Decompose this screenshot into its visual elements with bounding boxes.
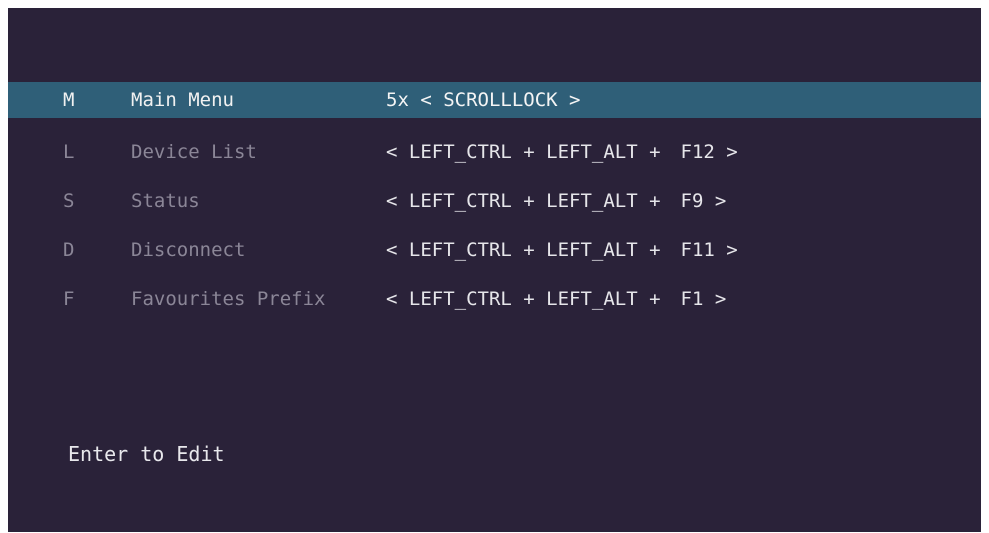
menu-item-status[interactable]: S Status < LEFT_CTRL + LEFT_ALT + F9 > <box>8 183 981 219</box>
menu-item-key: F <box>63 288 75 310</box>
menu-item-label: Disconnect <box>131 239 246 261</box>
menu-item-key: M <box>63 89 75 111</box>
hotkey-combo: < LEFT_CTRL + LEFT_ALT + <box>386 190 661 212</box>
menu-item-hotkey: < LEFT_CTRL + LEFT_ALT + F1 > <box>386 288 726 310</box>
menu-item-label: Main Menu <box>131 89 234 111</box>
menu-item-key: S <box>63 190 75 212</box>
menu-item-main-menu[interactable]: M Main Menu 5x < SCROLLLOCK > <box>8 82 981 118</box>
menu-item-label: Favourites Prefix <box>131 288 326 310</box>
hotkey-function-key: F9 > <box>680 190 727 212</box>
menu-item-hotkey: < LEFT_CTRL + LEFT_ALT + F9 > <box>386 190 726 212</box>
footer-hint: Enter to Edit <box>68 442 225 466</box>
menu-item-hotkey: < LEFT_CTRL + LEFT_ALT + F12 > <box>386 141 738 163</box>
osd-screen: M Main Menu 5x < SCROLLLOCK > L Device L… <box>8 8 981 532</box>
hotkey-function-key: F12 > <box>680 141 738 163</box>
menu-item-disconnect[interactable]: D Disconnect < LEFT_CTRL + LEFT_ALT + F11… <box>8 232 981 268</box>
menu-item-key: L <box>63 141 75 163</box>
menu-item-device-list[interactable]: L Device List < LEFT_CTRL + LEFT_ALT + F1… <box>8 134 981 170</box>
menu-item-hotkey: 5x < SCROLLLOCK > <box>386 89 600 111</box>
hotkey-function-key: F1 > <box>680 288 727 310</box>
hotkey-combo: 5x < SCROLLLOCK > <box>386 89 581 111</box>
hotkey-combo: < LEFT_CTRL + LEFT_ALT + <box>386 141 661 163</box>
hotkey-combo: < LEFT_CTRL + LEFT_ALT + <box>386 239 661 261</box>
menu-item-key: D <box>63 239 75 261</box>
hotkey-function-key: F11 > <box>680 239 738 261</box>
menu-item-hotkey: < LEFT_CTRL + LEFT_ALT + F11 > <box>386 239 738 261</box>
menu-item-label: Device List <box>131 141 257 163</box>
menu-item-label: Status <box>131 190 200 212</box>
menu-item-favourites-prefix[interactable]: F Favourites Prefix < LEFT_CTRL + LEFT_A… <box>8 281 981 317</box>
hotkey-combo: < LEFT_CTRL + LEFT_ALT + <box>386 288 661 310</box>
